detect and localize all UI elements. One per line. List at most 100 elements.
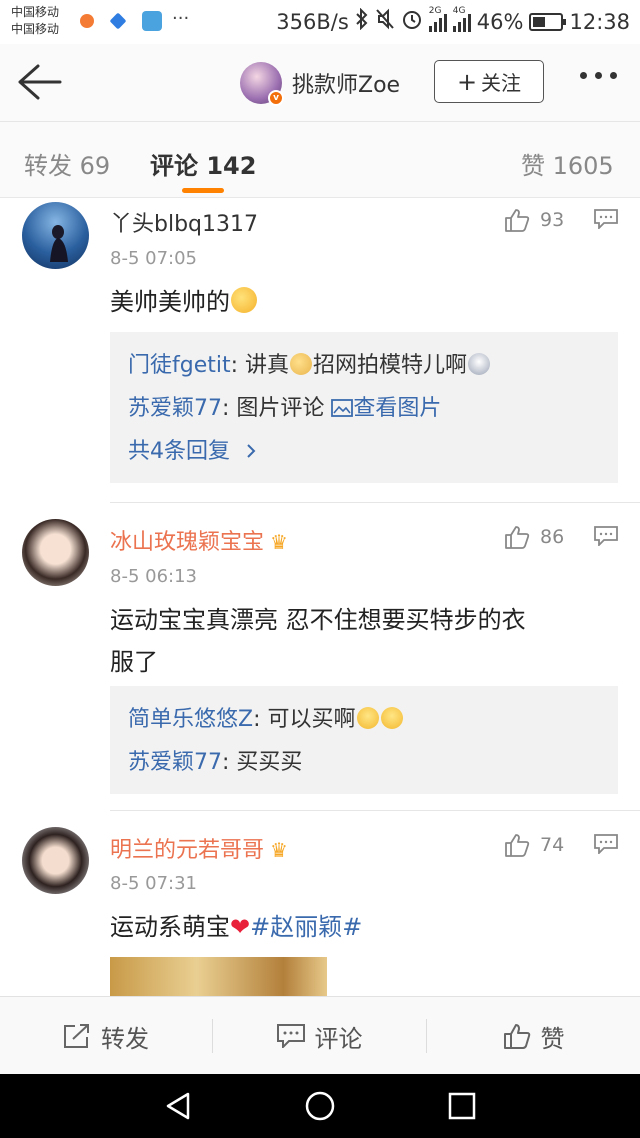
signal-4g: 4G — [452, 6, 471, 32]
app-notification-icon — [142, 11, 162, 31]
thumbs-up-icon — [505, 209, 530, 232]
carrier-label: 中国移动 中国移动 — [11, 5, 60, 36]
back-button[interactable] — [16, 62, 62, 102]
back-arrow-icon — [18, 64, 62, 100]
comment-label: 评论 — [314, 1024, 363, 1053]
battery-percent: 46% — [476, 9, 524, 34]
comment-text: 美帅美帅的 — [110, 281, 615, 323]
tab-bar: 转发 69 评论 142 赞 1605 — [0, 122, 640, 198]
like-button[interactable]: 74 — [504, 833, 564, 857]
bottom-action-bar: 转发 评论 赞 — [0, 996, 640, 1074]
like-button[interactable]: 86 — [504, 525, 564, 549]
author-header[interactable]: v 挑款师Zoe — [240, 62, 400, 106]
comment-image[interactable] — [110, 957, 327, 997]
status-indicators: 356B/s 2G 4G 46% 12:38 — [276, 6, 630, 35]
like-post-button[interactable]: 赞 — [427, 997, 640, 1075]
dot-icon — [610, 72, 617, 79]
system-home-icon[interactable] — [304, 1090, 336, 1122]
reply-line: 苏爱颖77: 买买买 — [128, 750, 303, 775]
tab-comments[interactable]: 评论 142 — [150, 146, 256, 181]
hashtag-link[interactable]: #赵丽颖# — [250, 913, 362, 941]
repost-label: 转发 — [101, 1024, 149, 1053]
author-avatar[interactable]: v — [240, 62, 284, 106]
reply-preview[interactable]: 门徒fgetit: 讲真 招网拍模特儿啊 苏爱颖77: 图片评论 查看图片 共4条… — [110, 332, 618, 483]
comment-username[interactable]: 丫头blbq1317 — [110, 206, 258, 238]
reply-line: 门徒fgetit: 讲真 招网拍模特儿啊 — [128, 344, 600, 387]
plus-icon: + — [456, 67, 478, 96]
reply-icon[interactable] — [594, 834, 618, 854]
more-replies-link[interactable]: 共4条回复 — [128, 430, 600, 473]
comment-text: 运动系萌宝❤#赵丽颖# — [110, 913, 363, 941]
vip-crown-icon: ♛ — [270, 838, 288, 862]
like-count: 93 — [540, 209, 565, 231]
tab-likes[interactable]: 赞 1605 — [521, 146, 614, 181]
comment-time: 8-5 06:13 — [110, 566, 197, 587]
comment-time: 8-5 07:05 — [110, 248, 197, 269]
vip-crown-icon: ♛ — [270, 530, 288, 554]
bluetooth-icon — [355, 7, 369, 35]
comment-icon — [276, 1024, 305, 1048]
cat-emoji-icon — [290, 353, 313, 375]
top-nav-bar: v 挑款师Zoe + 关注 — [0, 44, 640, 122]
network-speed: 356B/s — [276, 9, 349, 34]
system-nav-bar — [0, 1074, 640, 1138]
system-back-icon[interactable] — [162, 1090, 194, 1122]
comment-item: 丫头blbq1317 8-5 07:05 93 美帅美帅的 门徒fgetit: … — [0, 199, 640, 499]
repost-icon — [64, 1024, 89, 1048]
like-label: 赞 — [540, 1024, 565, 1053]
clock: 12:38 — [569, 9, 630, 34]
reply-icon[interactable] — [594, 526, 618, 546]
comment-button[interactable]: 评论 — [213, 997, 426, 1075]
reply-preview[interactable]: 简单乐悠悠Z: 可以买啊 苏爱颖77: 买买买 — [110, 686, 618, 794]
system-recents-icon[interactable] — [446, 1090, 478, 1122]
like-count: 74 — [540, 834, 565, 856]
app-notification-icon — [80, 14, 94, 28]
comment-item: 冰山玫瑰颖宝宝 ♛ 8-5 06:13 86 运动宝宝真漂亮 忍不住想要买特步的衣… — [0, 504, 640, 804]
app-notification-icon — [109, 12, 127, 30]
more-options-button[interactable] — [580, 72, 617, 79]
verified-badge-icon: v — [268, 90, 284, 106]
like-count: 86 — [540, 526, 565, 548]
chevron-right-icon — [247, 444, 256, 458]
alarm-icon — [401, 8, 423, 35]
avatar[interactable] — [22, 827, 89, 894]
reply-line: 简单乐悠悠Z: 可以买啊 — [128, 698, 600, 741]
dot-icon — [580, 72, 587, 79]
grin-emoji-icon — [356, 707, 379, 729]
reply-line: 苏爱颖77: 图片评论 查看图片 — [128, 396, 442, 421]
comment-username[interactable]: 冰山玫瑰颖宝宝 ♛ — [110, 524, 288, 556]
comment-username[interactable]: 明兰的元若哥哥 ♛ — [110, 832, 288, 864]
more-notifications-icon: ··· — [172, 8, 190, 29]
author-name[interactable]: 挑款师Zoe — [292, 67, 400, 99]
comment-time: 8-5 07:31 — [110, 873, 197, 894]
follow-button[interactable]: + 关注 — [434, 60, 544, 103]
shocked-emoji-icon — [468, 353, 491, 375]
comment-text: 运动宝宝真漂亮 忍不住想要买特步的衣 服了 — [110, 606, 526, 676]
active-tab-indicator — [182, 188, 224, 193]
like-button[interactable]: 93 — [504, 208, 564, 232]
reply-username[interactable]: 门徒fgetit — [128, 353, 231, 378]
thumbs-up-icon — [505, 526, 530, 549]
reply-username[interactable]: 苏爱颖77 — [128, 750, 222, 775]
reply-username[interactable]: 简单乐悠悠Z — [128, 707, 253, 732]
thumbs-up-icon — [503, 1024, 530, 1049]
repost-button[interactable]: 转发 — [0, 997, 212, 1075]
thumbs-up-icon — [505, 834, 530, 857]
tab-reposts[interactable]: 转发 69 — [24, 146, 110, 181]
grin-emoji-icon — [380, 707, 403, 729]
reply-icon[interactable] — [594, 209, 618, 229]
battery-icon — [529, 12, 567, 31]
image-icon — [331, 399, 354, 417]
follow-label: 关注 — [481, 71, 522, 95]
avatar[interactable] — [22, 202, 89, 269]
signal-2g: 2G — [428, 6, 447, 32]
mute-icon — [375, 8, 395, 35]
avatar-figure-icon — [50, 225, 68, 262]
avatar[interactable] — [22, 519, 89, 586]
blush-emoji-icon — [231, 287, 257, 313]
status-bar: 中国移动 中国移动 ··· 356B/s 2G 4G 46% 12:38 — [0, 0, 640, 44]
dot-icon — [595, 72, 602, 79]
reply-username[interactable]: 苏爱颖77 — [128, 396, 222, 421]
comment-divider — [110, 810, 640, 811]
view-image-link[interactable]: 查看图片 — [331, 396, 441, 421]
